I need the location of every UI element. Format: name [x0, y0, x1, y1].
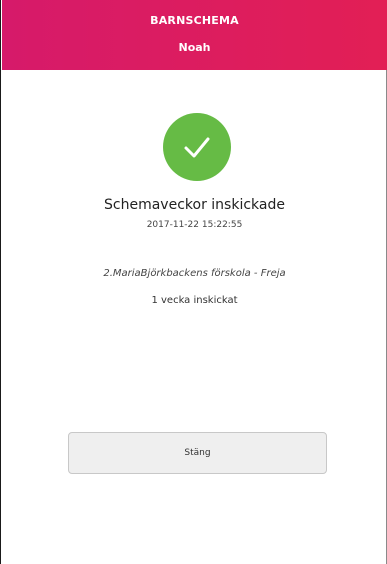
- close-button[interactable]: Stäng: [68, 432, 327, 474]
- checkmark-icon: [184, 137, 210, 158]
- app-header: BARNSCHEMA Noah: [2, 0, 387, 70]
- child-name: Noah: [178, 41, 211, 54]
- status-title: Schemaveckor inskickade: [104, 197, 285, 213]
- app-frame: BARNSCHEMA Noah Schemaveckor inskickade …: [0, 0, 387, 564]
- app-title: BARNSCHEMA: [150, 14, 239, 27]
- weeks-sent-count: 1 vecka inskickat: [151, 295, 238, 306]
- checkmark-circle-icon: [163, 113, 231, 181]
- status-timestamp: 2017-11-22 15:22:55: [146, 220, 243, 230]
- school-name: 2.MariaBjörkbackens förskola - Freja: [103, 268, 286, 279]
